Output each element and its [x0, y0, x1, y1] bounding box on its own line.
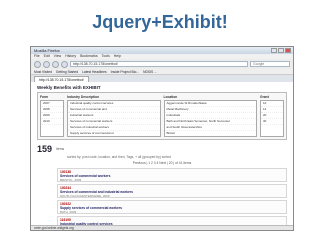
results-summary: 159 Items [37, 144, 287, 154]
maximize-icon[interactable] [278, 48, 284, 53]
bookmark-item[interactable]: Latest Headlines [82, 69, 107, 74]
facet-value[interactable]: Supply services of commercial or [68, 131, 160, 136]
slide-title: Jquery+Exhibit! [92, 12, 228, 32]
home-icon[interactable] [61, 60, 68, 68]
results-list: 100138 Services of commercial workers BR… [37, 168, 287, 230]
menu-file[interactable]: File [34, 54, 40, 59]
bookmark-item[interactable]: NDSIS ... [143, 69, 157, 74]
nav-bar: http://138.70.15.178/onetbot/ Google [31, 59, 293, 69]
window-titlebar: Mozilla Firefox [31, 47, 293, 54]
menu-help[interactable]: Help [114, 54, 121, 59]
sort-controls[interactable]: sorted by; post code, location, and then… [37, 155, 287, 159]
result-count: 159 [37, 144, 53, 154]
list-item[interactable]: 100244 Services of commercial and indust… [57, 184, 287, 198]
bookmark-item[interactable]: Inside Project Bio... [111, 69, 139, 74]
forward-icon[interactable] [43, 60, 50, 68]
facet-location: Location Aggermonde St Rmoderhtasw Metal… [163, 95, 257, 137]
bookmark-item[interactable]: Most Visited [34, 69, 52, 74]
window-controls [271, 47, 293, 54]
search-input[interactable]: Google [250, 61, 290, 67]
pagination[interactable]: Previous | 1 2 3 4 Next | 20 | of 41 ite… [37, 161, 287, 165]
page-heading: Weekly Benefits with EXHIBIT [37, 85, 101, 90]
menu-bookmarks[interactable]: Bookmarks [80, 54, 98, 59]
menu-history[interactable]: History [65, 54, 76, 59]
menu-view[interactable]: View [54, 54, 62, 59]
facet-list: Aggermonde St Rmoderhtasw Metal Machiner… [163, 100, 257, 137]
facet-panel: Form 2007 2008 2009 2010 Industry Descri… [37, 92, 287, 140]
tab-strip: http://138.70.15.178/onetbot/ [31, 75, 293, 82]
item-subtitle: BRISTOL, 2009 [60, 178, 82, 182]
menu-edit[interactable]: Edit [44, 54, 50, 59]
list-item[interactable]: 100138 Services of commercial workers BR… [57, 168, 287, 182]
facet-grant: Grant 10 14 20 30 [260, 95, 284, 137]
page-content: Weekly Benefits with EXHIBIT Form 2007 2… [31, 82, 293, 230]
list-item[interactable]: 100322 Supply services of commercial wor… [57, 200, 287, 214]
item-subtitle: SOUTH GLOUCESTERSHIRE, 2009 [60, 194, 110, 198]
minimize-icon[interactable] [271, 48, 277, 53]
facet-value[interactable]: 2010 [41, 119, 63, 125]
status-bar: cmte.gov/online-widgets.org [31, 225, 293, 230]
item-subtitle: BATH, 2009 [60, 210, 77, 214]
facet-list: 2007 2008 2009 2010 [40, 100, 64, 137]
window-title: Mozilla Firefox [34, 48, 60, 53]
facet-list: Industrial quality control services Serv… [67, 100, 161, 137]
url-bar[interactable]: http://138.70.15.178/onetbot/ [70, 61, 248, 67]
menu-tools[interactable]: Tools [102, 54, 110, 59]
facet-industry: Industry Description Industrial quality … [67, 95, 161, 137]
reload-icon[interactable] [52, 60, 59, 68]
browser-window: Mozilla Firefox File Edit View History B… [30, 46, 294, 231]
facet-value[interactable]: 30 [261, 119, 283, 125]
result-count-label: Items [56, 147, 65, 151]
facet-value[interactable]: Bristol [165, 131, 257, 136]
back-icon[interactable] [34, 60, 41, 68]
close-icon[interactable] [285, 48, 291, 53]
facet-list: 10 14 20 30 [260, 100, 284, 137]
facet-form: Form 2007 2008 2009 2010 [40, 95, 64, 137]
bookmark-item[interactable]: Getting Started [56, 69, 78, 74]
